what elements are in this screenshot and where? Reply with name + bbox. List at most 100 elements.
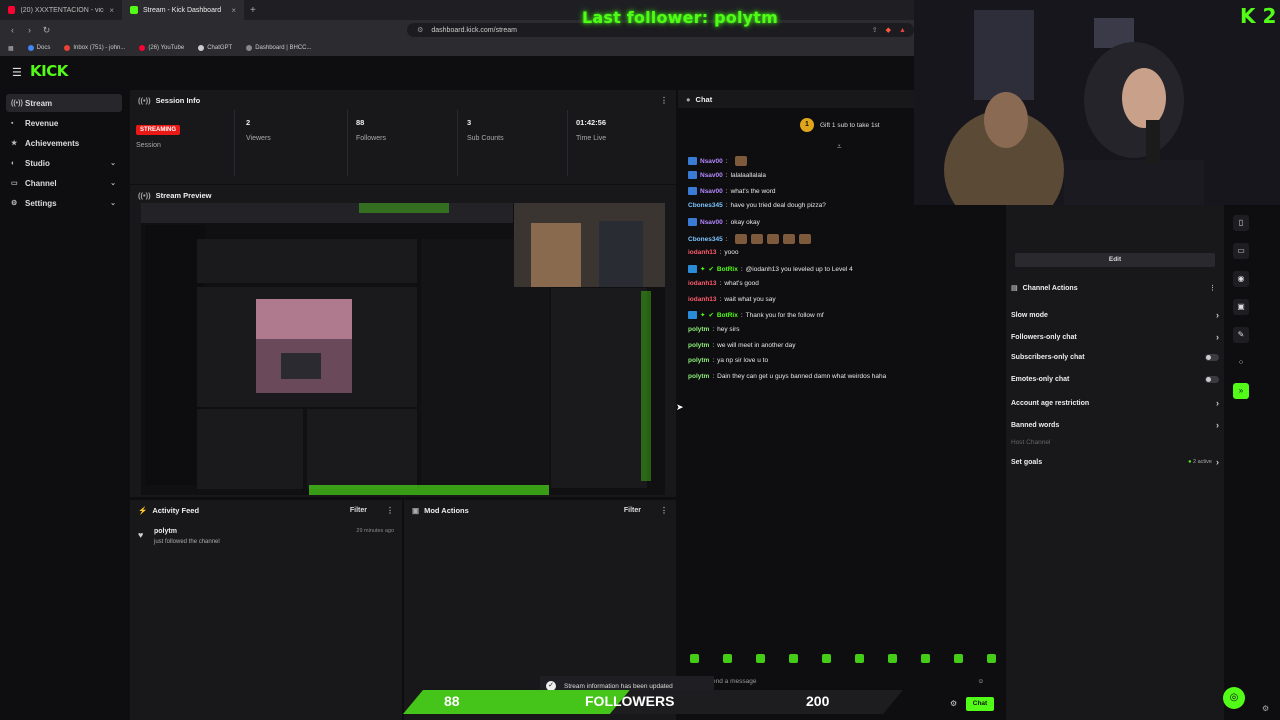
- set-goals-item[interactable]: Set goals ● 2 active ›: [1011, 457, 1219, 467]
- quick-emote-icon[interactable]: [723, 654, 732, 663]
- reload-icon[interactable]: ↻: [42, 25, 51, 36]
- pinned-expand-icon[interactable]: ⩡: [837, 142, 842, 152]
- panel-title: Mod Actions: [424, 505, 469, 515]
- toggle-switch[interactable]: [1205, 376, 1219, 383]
- gear-icon[interactable]: ⚙: [1262, 704, 1269, 713]
- quick-emote-icon[interactable]: [987, 654, 996, 663]
- browser-tab-youtube[interactable]: (20) XXXTENTACION - vice city (i ×: [0, 0, 122, 20]
- chat-settings-icon[interactable]: ⚙: [950, 699, 957, 708]
- bookmark-chatgpt[interactable]: ChatGPT: [198, 45, 232, 51]
- display-icon[interactable]: ▣: [1233, 299, 1249, 315]
- close-icon[interactable]: ×: [231, 6, 236, 15]
- rewards-icon[interactable]: ▲: [899, 27, 906, 34]
- quick-emote-icon[interactable]: [888, 654, 897, 663]
- filter-button[interactable]: Filter: [624, 507, 641, 514]
- quick-emote-icon[interactable]: [921, 654, 930, 663]
- bookmark-inbox[interactable]: Inbox (751) - john...: [64, 45, 125, 51]
- channel-action-item[interactable]: Banned words ›: [1011, 420, 1219, 430]
- sidebar-item-achievements[interactable]: ★ Achievements: [6, 134, 122, 152]
- activity-item: ♥ polytm just followed the channel 29 mi…: [130, 528, 402, 558]
- quick-emote-icon[interactable]: [690, 654, 699, 663]
- action-label: Banned words: [1011, 421, 1060, 429]
- phone-icon[interactable]: ▯: [1233, 215, 1249, 231]
- support-chat-icon[interactable]: ◎: [1223, 687, 1245, 709]
- activity-user[interactable]: polytm: [154, 528, 177, 535]
- sidebar-item-revenue[interactable]: ▪ Revenue: [6, 114, 122, 132]
- quick-emote-icon[interactable]: [756, 654, 765, 663]
- mod-actions-header: ▣ Mod Actions Filter ⋮: [404, 500, 676, 520]
- chat-username[interactable]: polytm: [688, 326, 709, 333]
- browser-tab-kick[interactable]: Stream - Kick Dashboard ×: [122, 0, 244, 20]
- channel-action-item[interactable]: Followers-only chat ›: [1011, 332, 1219, 342]
- users-icon[interactable]: ⁘: [1233, 355, 1249, 371]
- apps-icon[interactable]: ▦: [8, 45, 14, 52]
- back-icon[interactable]: ‹: [8, 25, 17, 35]
- wrench-icon[interactable]: ✎: [1233, 327, 1249, 343]
- chevron-right-icon: ›: [1216, 398, 1219, 408]
- quick-emote-icon[interactable]: [855, 654, 864, 663]
- more-icon[interactable]: ⋮: [386, 506, 394, 515]
- gift-text: Gift 1 sub to take 1st: [820, 121, 880, 129]
- chat-username[interactable]: BotRix: [717, 266, 738, 273]
- menu-icon[interactable]: ☰: [12, 66, 22, 79]
- bookmark-label: Dashboard | BHCC...: [255, 45, 312, 51]
- sidebar-item-studio[interactable]: ◐ Studio ⌄: [6, 154, 122, 172]
- chat-input[interactable]: end a message ☺: [712, 674, 992, 688]
- channel-action-item[interactable]: Subscribers-only chat: [1011, 354, 1219, 361]
- docs-icon: [27, 45, 34, 51]
- more-icon[interactable]: ⋮: [660, 506, 668, 515]
- plus-icon[interactable]: +: [244, 5, 262, 16]
- edit-button[interactable]: Edit: [1015, 253, 1215, 267]
- chat-icon[interactable]: ▭: [1233, 243, 1249, 259]
- chat-username[interactable]: polytm: [688, 373, 709, 380]
- toast-text: Stream information has been updated: [564, 682, 673, 690]
- chat-username[interactable]: Nsav00: [700, 188, 723, 195]
- chat-colon: :: [725, 171, 728, 179]
- chat-username[interactable]: iodanh13: [688, 249, 717, 256]
- close-icon[interactable]: ×: [109, 6, 114, 15]
- sidebar-item-stream[interactable]: ((•)) Stream: [6, 94, 122, 112]
- viewers-stat: 2 Viewers: [246, 118, 271, 142]
- chat-send-button[interactable]: Chat: [966, 697, 994, 711]
- bookmark-youtube[interactable]: (26) YouTube: [139, 45, 184, 51]
- share-icon[interactable]: ⇪: [872, 26, 878, 34]
- filter-button[interactable]: Filter: [350, 507, 367, 514]
- chat-username[interactable]: polytm: [688, 357, 709, 364]
- chat-username[interactable]: Cbones345: [688, 202, 723, 209]
- channel-action-item[interactable]: Emotes-only chat: [1011, 376, 1219, 383]
- preview-frame: [141, 203, 665, 495]
- emoji-icon[interactable]: ☺: [977, 678, 984, 685]
- chat-colon: :: [712, 357, 715, 364]
- site-info-icon[interactable]: ⚙: [417, 26, 423, 34]
- broadcast-icon[interactable]: ◉: [1233, 271, 1249, 287]
- chat-username[interactable]: Nsav00: [700, 219, 723, 226]
- bookmark-dashboard[interactable]: Dashboard | BHCC...: [246, 45, 311, 51]
- chat-username[interactable]: Nsav00: [700, 172, 723, 179]
- broadcast-icon: ((•)): [138, 190, 151, 200]
- toggle-switch[interactable]: [1205, 354, 1219, 361]
- action-label: Set goals: [1011, 458, 1043, 466]
- chat-message: Nsav00: what's the word: [688, 187, 776, 195]
- play-icon[interactable]: »: [1233, 383, 1249, 399]
- chat-username[interactable]: iodanh13: [688, 296, 717, 303]
- stream-preview-video[interactable]: [141, 203, 665, 495]
- sidebar-item-channel[interactable]: ▭ Channel ⌄: [6, 174, 122, 192]
- quick-emote-icon[interactable]: [954, 654, 963, 663]
- sidebar-item-settings[interactable]: ⚙ Settings ⌄: [6, 194, 122, 212]
- chat-username[interactable]: iodanh13: [688, 280, 717, 287]
- chat-username[interactable]: Cbones345: [688, 236, 723, 243]
- bookmark-docs[interactable]: Docs: [27, 45, 50, 51]
- channel-action-item[interactable]: Account age restriction ›: [1011, 398, 1219, 408]
- more-icon[interactable]: ⋮: [1209, 284, 1216, 292]
- quick-emote-icon[interactable]: [822, 654, 831, 663]
- brave-shield-icon[interactable]: ◆: [886, 26, 891, 34]
- chat-username[interactable]: BotRix: [717, 312, 738, 319]
- chat-username[interactable]: polytm: [688, 342, 709, 349]
- forward-icon[interactable]: ›: [25, 25, 34, 35]
- webcam-overlay: K 2: [914, 0, 1280, 205]
- gift-sub-banner[interactable]: 1 Gift 1 sub to take 1st: [800, 118, 880, 132]
- chat-username[interactable]: Nsav00: [700, 158, 723, 165]
- more-icon[interactable]: ⋮: [660, 96, 668, 105]
- channel-action-item[interactable]: Slow mode ›: [1011, 310, 1219, 320]
- quick-emote-icon[interactable]: [789, 654, 798, 663]
